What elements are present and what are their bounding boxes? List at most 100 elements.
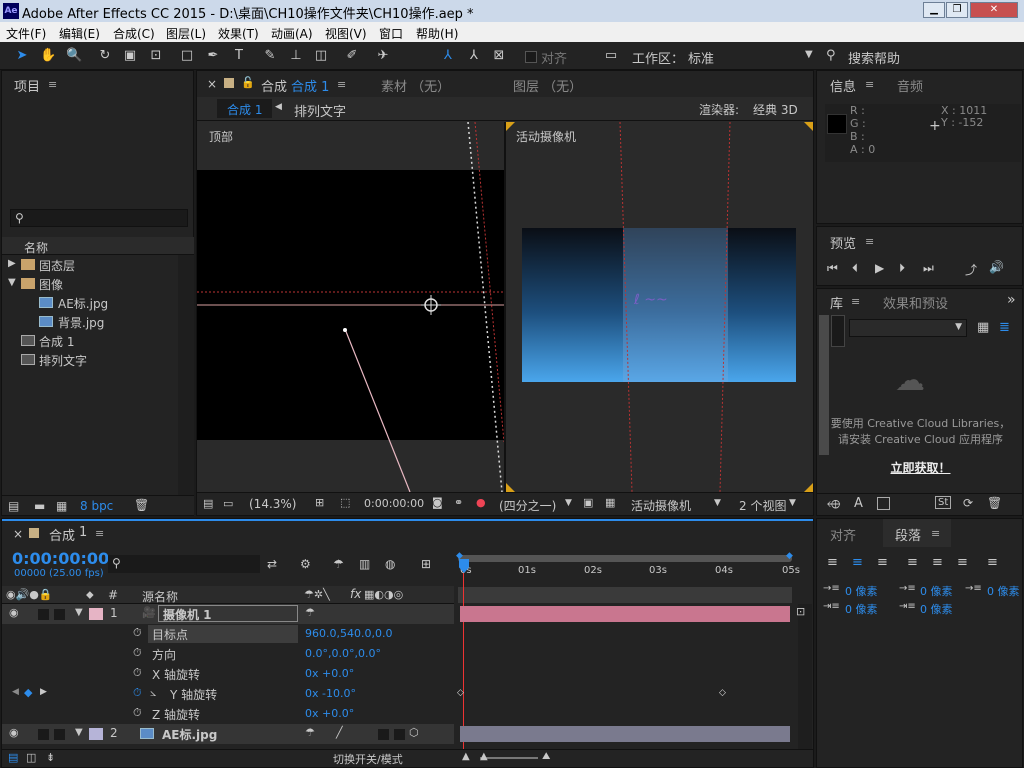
tab-composition-label[interactable]: 合成 [261,76,287,95]
align-checkbox[interactable] [525,51,537,63]
menu-help[interactable]: 帮助(H) [416,25,458,42]
col-fx[interactable]: fx [350,587,361,601]
av-features-icon[interactable]: ◉🔊●🔒 [6,588,53,601]
time-ruler[interactable]: ◆ ◆ 0s 01s 02s 03s 04s 05s [454,549,800,604]
restore-button[interactable]: ❐ [946,2,968,18]
menu-composition[interactable]: 合成(C) [113,25,155,42]
library-select[interactable]: ▼ [849,319,967,337]
roto-brush-tool-icon[interactable]: ✐ [344,48,360,64]
comp-button-icon[interactable]: ⊡ [796,605,805,618]
motion-blur-switch[interactable] [378,729,389,740]
viewer-top[interactable]: 顶部 [197,122,504,492]
zoom-tool-icon[interactable]: 🔍 [66,48,82,64]
bpc-button[interactable]: 8 bpc [80,499,113,513]
project-menu-icon[interactable]: ≡ [48,78,57,91]
indent-first-field[interactable]: 0 像素 [987,583,1020,599]
table-row[interactable]: ◀ ◆ ▶ ⏱ ⦣ Y 轴旋转 0x -10.0° [2,684,454,704]
list-item[interactable]: 合成 1 [2,331,180,351]
pen-tool-icon[interactable]: ✒ [205,48,221,64]
justify-center-icon[interactable]: ≡ [932,555,943,570]
table-row[interactable]: ◉ ▼ 1 🎥 摄像机 1 ☂ [2,604,454,624]
close-button[interactable]: ✕ [970,2,1018,18]
more-panels-icon[interactable]: » [1007,292,1016,308]
shy-switch-icon[interactable]: ☂ [305,606,315,619]
sync-icon[interactable]: ⟳ [963,496,973,510]
project-search-input[interactable]: ⚲ [10,209,188,227]
channel-icon[interactable]: ● [476,496,486,509]
tab-layer[interactable]: 图层 （无） [513,76,582,95]
rotate-tool-icon[interactable]: ↻ [97,48,113,64]
menu-effect[interactable]: 效果(T) [218,25,259,42]
list-item[interactable]: 背景.jpg [2,312,180,332]
tab-timeline[interactable]: 合成 [49,525,75,544]
stopwatch-icon[interactable]: ⏱ [133,626,142,640]
list-view-icon[interactable]: ≣ [999,320,1010,335]
layer-bar-image[interactable] [460,726,790,742]
timeline-timecode[interactable]: 0:00:00:00 [12,549,109,568]
snapshot-icon[interactable]: ◙ [432,496,443,509]
timeline-search-input[interactable]: ⚲ [108,555,260,573]
solo-toggle[interactable] [38,729,49,740]
align-center-icon[interactable]: ≡ [852,555,863,570]
timeline-scrollbar[interactable] [798,604,812,749]
expand-in-out-icon[interactable]: ⇟ [46,751,55,764]
search-help-input[interactable]: 搜索帮助 [848,48,900,67]
lock-toggle[interactable] [54,609,65,620]
zoom-select[interactable]: (14.3%) [249,497,296,511]
display-icon[interactable]: ▭ [223,497,233,510]
justify-all-icon[interactable]: ≡ [987,555,998,570]
grid-view-icon[interactable]: ▦ [977,320,989,335]
next-frame-button[interactable]: ⏵ [899,261,905,276]
minimize-button[interactable]: ▁ [923,2,945,18]
workspace-dropdown-icon[interactable]: ▼ [805,49,813,60]
timeline-menu-icon[interactable]: ≡ [95,527,104,540]
trash-icon[interactable]: 🗑 [134,498,149,512]
tab-info[interactable]: 信息 [830,76,856,95]
motion-blur-icon[interactable]: ◍ [385,557,395,571]
workspace-select[interactable]: 标准 [688,48,714,67]
hand-tool-icon[interactable]: ✋ [40,48,56,64]
views-select[interactable]: 2 个视图 [739,497,786,514]
first-frame-button[interactable]: ⏮ [827,261,838,276]
rectangle-tool-icon[interactable]: □ [179,48,195,64]
col-source-name[interactable]: 源名称 [142,588,178,605]
table-row[interactable]: ⏱ 目标点 960.0,540.0,0.0 [2,624,454,644]
tab-composition-name[interactable]: 合成 1 [291,76,329,95]
menu-window[interactable]: 窗口 [379,25,403,42]
quality-switch-icon[interactable]: ╱ [336,726,343,739]
tab-footage[interactable]: 素材 （无） [381,76,450,95]
preview-menu-icon[interactable]: ≡ [865,235,874,248]
align-right-icon[interactable]: ≡ [877,555,888,570]
pan-behind-tool-icon[interactable]: ⊡ [148,48,164,64]
puppet-tool-icon[interactable]: ✈ [375,48,391,64]
menu-layer[interactable]: 图层(L) [166,25,206,42]
add-text-icon[interactable]: A [854,496,863,511]
close-tab-icon[interactable]: × [207,77,217,91]
prop-value[interactable]: 0x -10.0° [305,687,356,700]
zoom-slider-handle[interactable]: ▲ [480,751,488,762]
tab-paragraph[interactable]: 段落 [895,525,921,544]
list-item[interactable]: AE标.jpg [2,293,180,313]
graph-editor-icon[interactable]: ⊞ [421,557,431,571]
get-now-link[interactable]: 立即获取！ [817,459,1024,476]
close-timeline-icon[interactable]: × [13,527,23,541]
tab-align[interactable]: 对齐 [830,525,856,544]
breadcrumb-active[interactable]: 合成 1 [217,99,273,118]
safe-zones-icon[interactable]: ⊞ [315,496,324,509]
library-menu-icon[interactable]: ≡ [851,295,860,308]
table-row[interactable]: ⏱ 方向 0.0°,0.0°,0.0° [2,644,454,664]
paragraph-menu-icon[interactable]: ≡ [931,527,940,540]
show-snapshot-icon[interactable]: ⚭ [454,496,463,509]
library-dropdown-icon[interactable]: ▼ [955,322,962,332]
stock-icon[interactable]: St [935,496,952,509]
prop-value[interactable]: 0x +0.0° [305,667,354,680]
comp-menu-icon[interactable]: ≡ [337,78,346,91]
justify-right-icon[interactable]: ≡ [957,555,968,570]
adjustment-switch[interactable] [394,729,405,740]
time-navigator[interactable] [458,587,792,603]
selection-tool-icon[interactable]: ➤ [14,48,30,64]
tab-audio[interactable]: 音频 [897,76,923,95]
new-composition-icon[interactable]: ▦ [56,499,67,513]
info-menu-icon[interactable]: ≡ [865,78,874,91]
tab-library[interactable]: 库 [830,293,843,312]
